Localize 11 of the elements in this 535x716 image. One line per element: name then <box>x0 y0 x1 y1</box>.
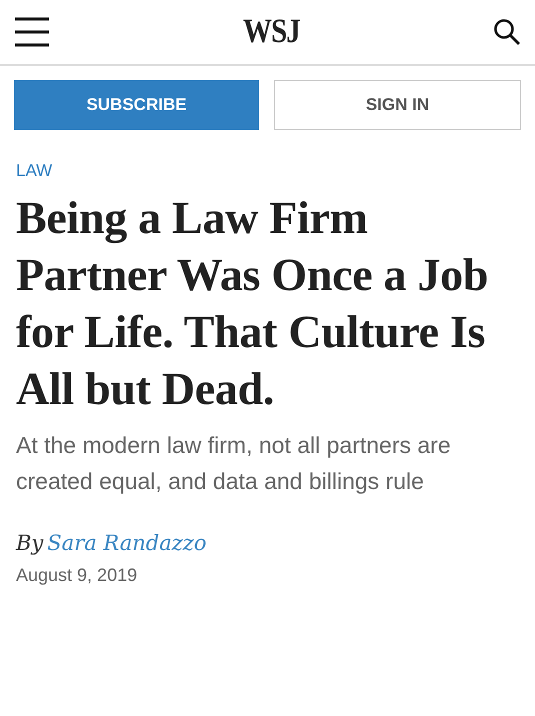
sign-in-button[interactable]: SIGN IN <box>274 80 521 130</box>
summary: At the modern law firm, not all partners are created equal, and data and billings rule <box>16 431 452 496</box>
byline-prefix: By <box>16 531 44 555</box>
menu-icon[interactable] <box>15 17 49 47</box>
search-icon[interactable] <box>492 18 521 46</box>
subscribe-button[interactable]: SUBSCRIBE <box>14 80 259 130</box>
publish-date: August 9, 2019 <box>16 565 138 586</box>
section-link[interactable]: LAW <box>16 161 52 181</box>
logo[interactable]: WSJ <box>242 13 300 51</box>
headline: Being a Law Firm Partner Was Once a Job for Life. That Culture Is All but Dead. <box>16 191 490 416</box>
author-link[interactable]: Sara Randazzo <box>47 531 207 555</box>
